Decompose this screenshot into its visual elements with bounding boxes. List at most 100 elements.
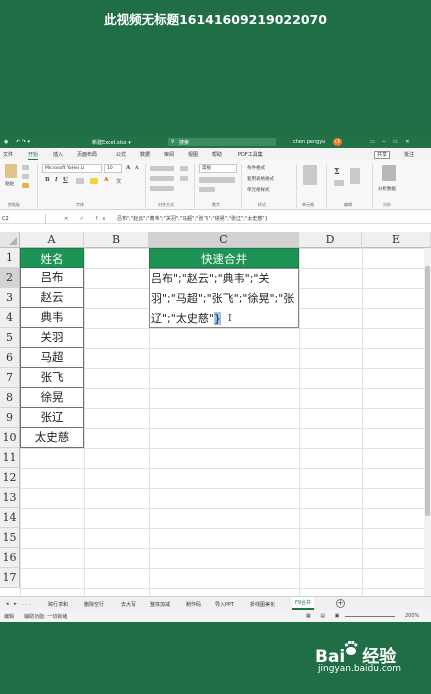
window-controls[interactable]: ▭ ─ ▭ ✕ (370, 139, 412, 145)
sheet-tab[interactable]: 导入PPT (215, 601, 234, 608)
italic-icon[interactable]: I (55, 177, 58, 183)
cell-a1-header[interactable]: 姓名 (20, 248, 84, 268)
select-all-corner[interactable] (0, 232, 20, 248)
row-header[interactable]: 17 (0, 568, 20, 588)
row-header[interactable]: 10 (0, 428, 20, 448)
number-format-select[interactable]: 常规 (199, 164, 237, 173)
align-top-icons[interactable] (150, 166, 174, 171)
wrap-text-icon[interactable] (180, 166, 188, 171)
column-header-c[interactable]: C (149, 232, 299, 248)
conditional-format-button[interactable]: 条件格式 (247, 165, 265, 171)
row-header[interactable]: 3 (0, 288, 20, 308)
fill-color-icon[interactable] (90, 178, 98, 184)
name-cell[interactable]: 赵云 (20, 288, 84, 308)
column-header-d[interactable]: D (299, 232, 362, 248)
sheet-tab[interactable]: 折线图美化 (250, 601, 275, 608)
sort-filter-icon[interactable] (350, 168, 360, 184)
row-header[interactable]: 16 (0, 548, 20, 568)
phonetic-icon[interactable]: 文 (116, 177, 122, 185)
row-header[interactable]: 5 (0, 328, 20, 348)
scrollbar-thumb[interactable] (425, 266, 430, 516)
tab-file[interactable]: 文件 (3, 151, 13, 158)
cell-styles-button[interactable]: 单元格样式 (247, 187, 270, 193)
column-header-e[interactable]: E (362, 232, 431, 248)
format-painter-icon[interactable] (22, 183, 29, 188)
sheet-tab[interactable]: 整体加减 (150, 601, 170, 608)
merge-center-icon[interactable] (180, 176, 188, 181)
tab-formulas[interactable]: 公式 (116, 151, 126, 158)
name-cell[interactable]: 关羽 (20, 328, 84, 348)
sheet-tab-active[interactable]: F9合并 (292, 597, 315, 610)
comment-button[interactable]: 批注 (404, 151, 414, 158)
name-cell[interactable]: 典韦 (20, 308, 84, 328)
grow-font-icon[interactable]: A (126, 165, 130, 171)
row-header[interactable]: 7 (0, 368, 20, 388)
cells-icon[interactable] (303, 165, 317, 185)
cell-c1-header[interactable]: 快速合并 (149, 248, 299, 268)
tab-help[interactable]: 帮助 (212, 151, 222, 158)
paste-icon[interactable] (5, 164, 17, 178)
row-header[interactable]: 12 (0, 468, 20, 488)
row-header[interactable]: 11 (0, 448, 20, 468)
tab-insert[interactable]: 插入 (53, 151, 63, 158)
user-name[interactable]: chen pengyu (293, 139, 325, 145)
quick-access-toolbar[interactable]: ↶ ↷ ▾ (16, 139, 30, 145)
bold-icon[interactable]: B (45, 177, 50, 183)
zoom-slider[interactable] (345, 616, 395, 617)
tab-home[interactable]: 开始 (28, 151, 39, 160)
font-size-select[interactable]: 10 (104, 164, 122, 173)
row-header[interactable]: 6 (0, 348, 20, 368)
name-cell[interactable]: 太史慈 (20, 428, 84, 448)
decimal-icons[interactable] (199, 187, 215, 192)
fill-icon[interactable] (334, 180, 344, 186)
zoom-level[interactable]: 200% (405, 613, 419, 619)
name-cell[interactable]: 张飞 (20, 368, 84, 388)
sheet-tab[interactable]: 去大写 (121, 601, 136, 608)
column-header-a[interactable]: A (20, 232, 84, 248)
border-icon[interactable] (76, 178, 84, 184)
align-left-icons[interactable] (150, 176, 174, 181)
name-cell[interactable]: 吕布 (20, 268, 84, 288)
font-color-icon[interactable]: A (104, 177, 108, 183)
format-as-table-button[interactable]: 套用表格格式 (247, 176, 274, 182)
add-sheet-button[interactable]: + (336, 599, 345, 608)
sheet-tab[interactable]: 删除空行 (84, 601, 104, 608)
analyze-data-icon[interactable] (382, 165, 396, 181)
column-header-b[interactable]: B (84, 232, 149, 248)
formula-bar-icons[interactable]: ✕ ✓ fx (64, 216, 110, 222)
sheet-tab[interactable]: 制作码 (186, 601, 201, 608)
copy-icon[interactable] (22, 174, 29, 179)
tab-data[interactable]: 数据 (140, 151, 150, 158)
avatar[interactable]: CP (333, 138, 342, 146)
sheet-tab[interactable]: 跨行求和 (48, 601, 68, 608)
tab-review[interactable]: 审阅 (164, 151, 174, 158)
row-header[interactable]: 13 (0, 488, 20, 508)
name-cell[interactable]: 张辽 (20, 408, 84, 428)
cut-icon[interactable] (22, 165, 29, 170)
name-box[interactable]: C2 (0, 214, 46, 224)
row-header[interactable]: 14 (0, 508, 20, 528)
vertical-scrollbar[interactable] (424, 248, 431, 596)
row-header[interactable]: 1 (0, 248, 20, 268)
autosum-icon[interactable]: Σ (334, 166, 340, 176)
share-button[interactable]: 共享 (374, 151, 391, 159)
tab-view[interactable]: 视图 (188, 151, 198, 158)
accessibility-status[interactable]: 辅助功能: 一切就绪 (24, 613, 67, 620)
row-header[interactable]: 15 (0, 528, 20, 548)
row-header[interactable]: 9 (0, 408, 20, 428)
tab-page-layout[interactable]: 页面布局 (77, 151, 97, 158)
tab-pdf-tools[interactable]: PDF工具集 (238, 151, 263, 158)
number-style-icons[interactable] (199, 177, 235, 183)
font-name-select[interactable]: Microsoft YaHei Li (42, 164, 102, 173)
formula-input[interactable]: 吕布";"赵云";"典韦";"关羽";"马超";"张飞";"徐晃";"张辽";"… (117, 215, 268, 223)
autosave-icon[interactable]: ◉ (4, 139, 8, 145)
name-cell[interactable]: 徐晃 (20, 388, 84, 408)
row-header[interactable]: 4 (0, 308, 20, 328)
view-buttons[interactable]: ▦ ▤ ▣ (306, 613, 343, 619)
shrink-font-icon[interactable]: A (135, 166, 139, 171)
sheet-nav-arrows[interactable]: ◂ ▸ ... (6, 601, 33, 607)
row-header[interactable]: 2 (0, 268, 20, 288)
indent-icons[interactable] (150, 186, 174, 191)
underline-icon[interactable]: U (63, 177, 68, 183)
search-box[interactable]: ⚲ 搜索 (168, 138, 276, 146)
